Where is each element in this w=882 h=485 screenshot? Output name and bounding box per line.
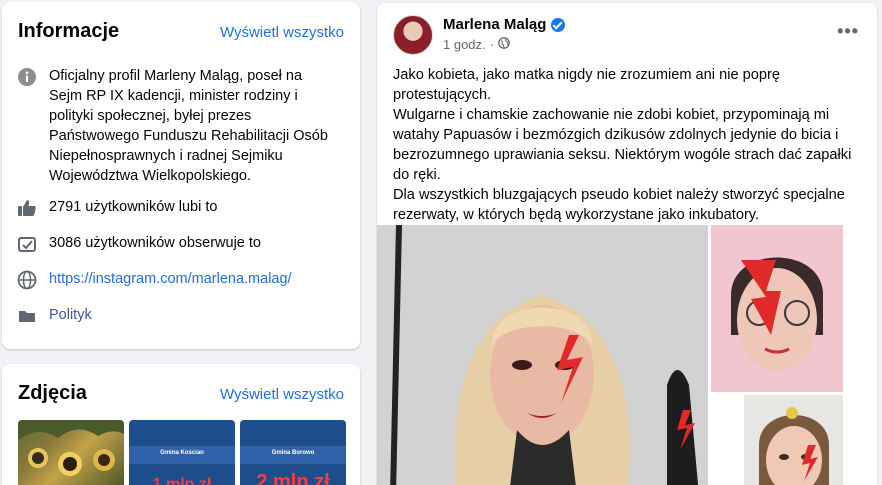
category-link[interactable]: Polityk — [49, 305, 92, 325]
followers-row: 3086 użytkowników obserwuje to — [16, 233, 346, 255]
like-icon — [16, 197, 38, 219]
author-avatar[interactable] — [393, 15, 433, 55]
post-author[interactable]: Marlena Maląg — [443, 16, 566, 33]
info-description-row: Oficjalny profil Marleny Maląg, poseł na… — [16, 66, 346, 186]
likes-count: 2791 użytkowników lubi to — [49, 199, 218, 215]
post-time[interactable]: 1 godz. — [443, 37, 486, 52]
followers-count: 3086 użytkowników obserwuje to — [49, 235, 261, 251]
photos-card: Zdjęcia Wyświetl wszystko Gmina Kościan … — [2, 364, 360, 485]
post-paragraph: Dla wszystkich bluzgających pseudo kobie… — [393, 187, 845, 223]
photos-see-all-link[interactable]: Wyświetl wszystko — [220, 386, 344, 403]
post-image-main[interactable] — [377, 225, 708, 485]
post-card: Marlena Maląg 1 godz. · ••• Jako kobieta… — [377, 3, 877, 485]
photo-thumb[interactable]: Gmina Borowo 2 mln zł — [240, 420, 346, 485]
info-title: Informacje — [18, 20, 120, 42]
info-header: Informacje Wyświetl wszystko — [18, 20, 344, 43]
website-link[interactable]: https://instagram.com/marlena.malag/ — [49, 269, 292, 289]
thumb-amount: 2 mln zł — [256, 471, 330, 485]
photo-thumb[interactable]: Gmina Kościan 1 mln zł — [129, 420, 235, 485]
photos-title: Zdjęcia — [18, 382, 87, 404]
post-paragraph: Jako kobieta, jako matka nigdy nie zrozu… — [393, 67, 780, 103]
likes-row: 2791 użytkowników lubi to — [16, 197, 346, 219]
post-meta: 1 godz. · — [443, 37, 510, 52]
post-paragraph: Wulgarne i chamskie zachowanie nie zdobi… — [393, 107, 852, 183]
info-icon — [16, 66, 38, 88]
photo-thumb[interactable] — [18, 420, 124, 485]
info-card: Informacje Wyświetl wszystko Oficjalny p… — [2, 2, 360, 349]
follow-icon — [16, 233, 38, 255]
category-row: Polityk — [16, 305, 346, 327]
post-image-side[interactable] — [744, 395, 843, 485]
post-text: Jako kobieta, jako matka nigdy nie zrozu… — [393, 65, 863, 225]
thumb-band-text: Gmina Kościan — [160, 450, 204, 456]
author-name[interactable]: Marlena Maląg — [443, 16, 546, 33]
post-more-button[interactable]: ••• — [837, 21, 859, 42]
post-image-side[interactable] — [711, 225, 843, 392]
category-icon — [16, 305, 38, 327]
info-description: Oficjalny profil Marleny Maląg, poseł na… — [49, 68, 328, 184]
meta-separator: · — [489, 37, 494, 52]
info-see-all-link[interactable]: Wyświetl wszystko — [220, 24, 344, 41]
globe-icon — [16, 269, 38, 291]
thumb-band-text: Gmina Borowo — [271, 450, 315, 456]
verified-badge-icon — [551, 17, 566, 32]
photos-header: Zdjęcia Wyświetl wszystko — [18, 382, 344, 405]
thumb-amount: 1 mln zł — [152, 476, 212, 485]
globe-icon — [498, 37, 510, 52]
website-row: https://instagram.com/marlena.malag/ — [16, 269, 346, 291]
